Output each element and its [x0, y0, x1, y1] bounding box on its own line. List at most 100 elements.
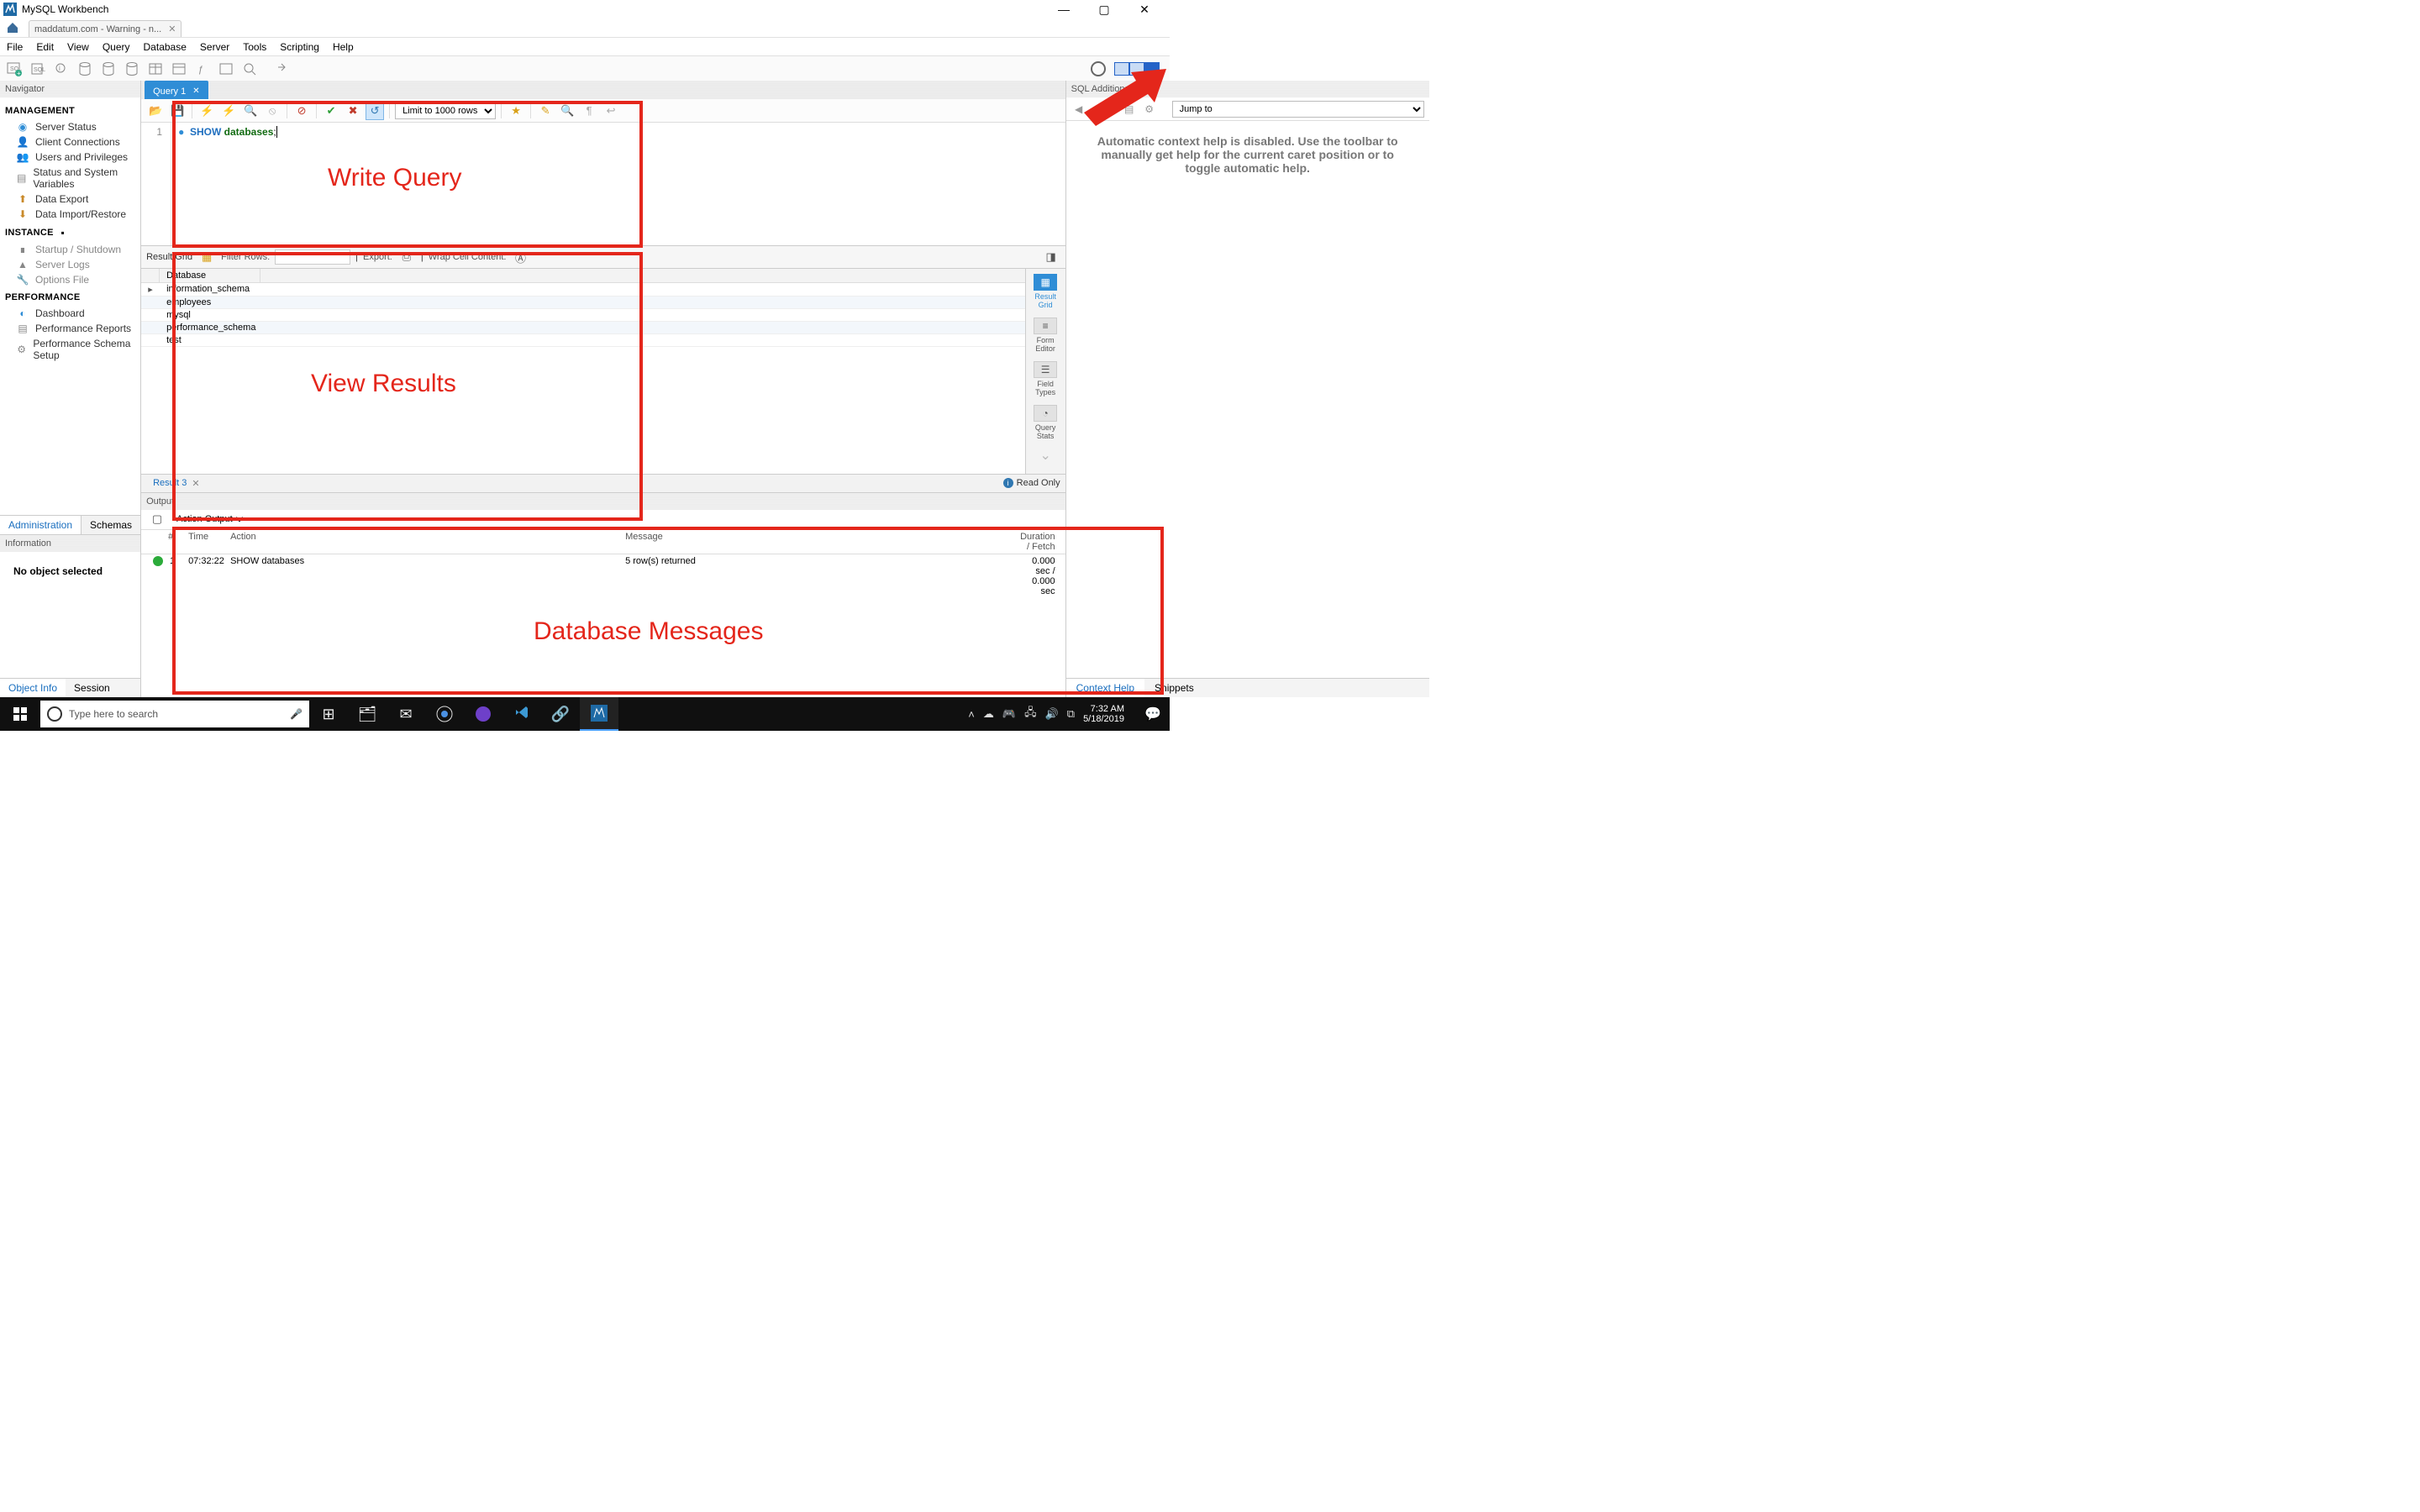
close-result-icon[interactable]: ✕: [192, 478, 199, 489]
table-row[interactable]: employees: [160, 297, 260, 308]
pin-icon[interactable]: ◨: [1042, 248, 1060, 266]
tray-network-icon[interactable]: 🖧: [1024, 705, 1037, 723]
nav-server-status[interactable]: ◉Server Status: [5, 119, 135, 134]
nav-data-import[interactable]: ⬇Data Import/Restore: [5, 207, 135, 222]
wrap-icon[interactable]: ↩: [602, 102, 620, 120]
mic-icon[interactable]: 🎤: [290, 708, 302, 720]
app-icon-1[interactable]: 🔗: [541, 697, 580, 731]
stop-icon[interactable]: ⦸: [263, 102, 281, 120]
nav-status-variables[interactable]: ▤Status and System Variables: [5, 165, 135, 192]
db-icon-2[interactable]: [99, 60, 118, 78]
db-icon-1[interactable]: [76, 60, 94, 78]
tab-session[interactable]: Session: [66, 679, 118, 697]
table-row[interactable]: performance_schema: [160, 322, 260, 333]
tray-dropbox-icon[interactable]: ⧉: [1067, 707, 1075, 721]
chevron-down-icon[interactable]: ⌄: [1039, 447, 1050, 464]
back-icon[interactable]: ◀: [1071, 102, 1086, 117]
tab-context-help[interactable]: Context Help: [1066, 679, 1144, 697]
search-icon[interactable]: 🔍: [558, 102, 576, 120]
menu-database[interactable]: Database: [144, 41, 187, 53]
table-row[interactable]: test: [160, 334, 260, 346]
vscode-icon[interactable]: [502, 697, 541, 731]
nav-users-privileges[interactable]: 👥Users and Privileges: [5, 150, 135, 165]
menu-scripting[interactable]: Scripting: [280, 41, 319, 53]
table-icon-2[interactable]: [170, 60, 188, 78]
tab-object-info[interactable]: Object Info: [0, 679, 66, 697]
export-icon[interactable]: ⎙: [397, 248, 416, 266]
search-globe-icon[interactable]: [240, 60, 259, 78]
save-file-icon[interactable]: 💾: [168, 102, 187, 120]
nav-options-file[interactable]: 🔧Options File: [5, 272, 135, 287]
file-explorer-icon[interactable]: 🗂: [348, 697, 387, 731]
auto-help-icon[interactable]: ⚙: [1142, 102, 1157, 117]
menu-edit[interactable]: Edit: [36, 41, 54, 53]
menu-file[interactable]: File: [7, 41, 23, 53]
beautify-icon[interactable]: ✎: [536, 102, 555, 120]
tray-volume-icon[interactable]: 🔊: [1045, 707, 1059, 721]
wrap-cell-icon[interactable]: Ⓐ: [511, 248, 529, 266]
menu-help[interactable]: Help: [333, 41, 354, 53]
menu-query[interactable]: Query: [103, 41, 130, 53]
explain-icon[interactable]: 🔍: [241, 102, 260, 120]
output-type-select[interactable]: Action Output: [173, 513, 246, 525]
query-tab[interactable]: Query 1✕: [145, 81, 208, 99]
table-row[interactable]: mysql: [160, 309, 260, 321]
open-sql-file-icon[interactable]: SQL: [29, 60, 47, 78]
close-query-tab-icon[interactable]: ✕: [192, 87, 199, 96]
function-icon[interactable]: ƒ: [193, 60, 212, 78]
menu-view[interactable]: View: [67, 41, 89, 53]
github-icon[interactable]: [464, 697, 502, 731]
clear-output-icon[interactable]: ▢: [148, 510, 166, 528]
menu-tools[interactable]: Tools: [243, 41, 266, 53]
nav-perf-schema-setup[interactable]: ⚙Performance Schema Setup: [5, 336, 135, 363]
tab-schemas[interactable]: Schemas: [82, 516, 140, 534]
open-file-icon[interactable]: 📂: [146, 102, 165, 120]
reconnect-icon[interactable]: [274, 60, 292, 78]
favorite-icon[interactable]: ★: [507, 102, 525, 120]
menu-server[interactable]: Server: [200, 41, 229, 53]
nav-server-logs[interactable]: ▲Server Logs: [5, 257, 135, 272]
grid-view-icon[interactable]: ▦: [197, 248, 216, 266]
taskbar-clock[interactable]: 7:32 AM 5/18/2019: [1083, 704, 1129, 724]
view-icon[interactable]: [217, 60, 235, 78]
limit-rows-select[interactable]: Limit to 1000 rows: [395, 102, 496, 119]
sql-editor[interactable]: 1 ● SHOW databases;: [141, 123, 1065, 245]
close-button[interactable]: ✕: [1133, 1, 1156, 18]
mail-icon[interactable]: ✉: [387, 697, 425, 731]
result-grid-button[interactable]: ▦Result Grid: [1028, 272, 1062, 311]
output-row[interactable]: 1 07:32:22 SHOW databases 5 row(s) retur…: [141, 554, 1065, 598]
nav-data-export[interactable]: ⬆Data Export: [5, 192, 135, 207]
tray-chevron-icon[interactable]: ˄: [968, 708, 975, 721]
execute-icon[interactable]: ⚡: [197, 102, 216, 120]
sql-code[interactable]: ● SHOW databases;: [171, 123, 277, 245]
maximize-button[interactable]: ▢: [1092, 1, 1116, 18]
connection-tab[interactable]: maddatum.com - Warning - n... ✕: [29, 20, 182, 37]
commit-icon[interactable]: ✔: [322, 102, 340, 120]
rollback-icon[interactable]: ✖: [344, 102, 362, 120]
close-tab-icon[interactable]: ✕: [168, 24, 176, 34]
taskbar-search[interactable]: Type here to search 🎤: [40, 701, 309, 727]
forward-icon[interactable]: ▶: [1092, 102, 1107, 117]
table-icon-1[interactable]: [146, 60, 165, 78]
db-icon-3[interactable]: [123, 60, 141, 78]
table-row[interactable]: information_schema: [160, 283, 260, 296]
result-tab[interactable]: Result 3✕: [146, 476, 207, 491]
nav-startup-shutdown[interactable]: ∎Startup / Shutdown: [5, 242, 135, 257]
column-database[interactable]: Database: [160, 269, 260, 282]
invisible-chars-icon[interactable]: ¶: [580, 102, 598, 120]
tray-gamepad-icon[interactable]: 🎮: [1002, 707, 1016, 721]
mysql-workbench-taskbar-icon[interactable]: [580, 697, 618, 731]
query-stats-button[interactable]: ◔Query Stats: [1028, 403, 1062, 442]
stop-error-icon[interactable]: ⊘: [292, 102, 311, 120]
help-icon[interactable]: ▤: [1122, 102, 1137, 117]
field-types-button[interactable]: ☰Field Types: [1028, 360, 1062, 398]
nav-client-connections[interactable]: 👤Client Connections: [5, 134, 135, 150]
start-button[interactable]: [0, 697, 40, 731]
task-view-icon[interactable]: ⊞: [309, 697, 348, 731]
autocommit-icon[interactable]: ↺: [366, 102, 384, 120]
tray-cloud-icon[interactable]: ☁: [983, 707, 994, 721]
inspector-icon[interactable]: i: [52, 60, 71, 78]
notifications-icon[interactable]: 💬: [1138, 697, 1168, 731]
tab-snippets[interactable]: Snippets: [1144, 679, 1204, 697]
tab-administration[interactable]: Administration: [0, 516, 82, 534]
